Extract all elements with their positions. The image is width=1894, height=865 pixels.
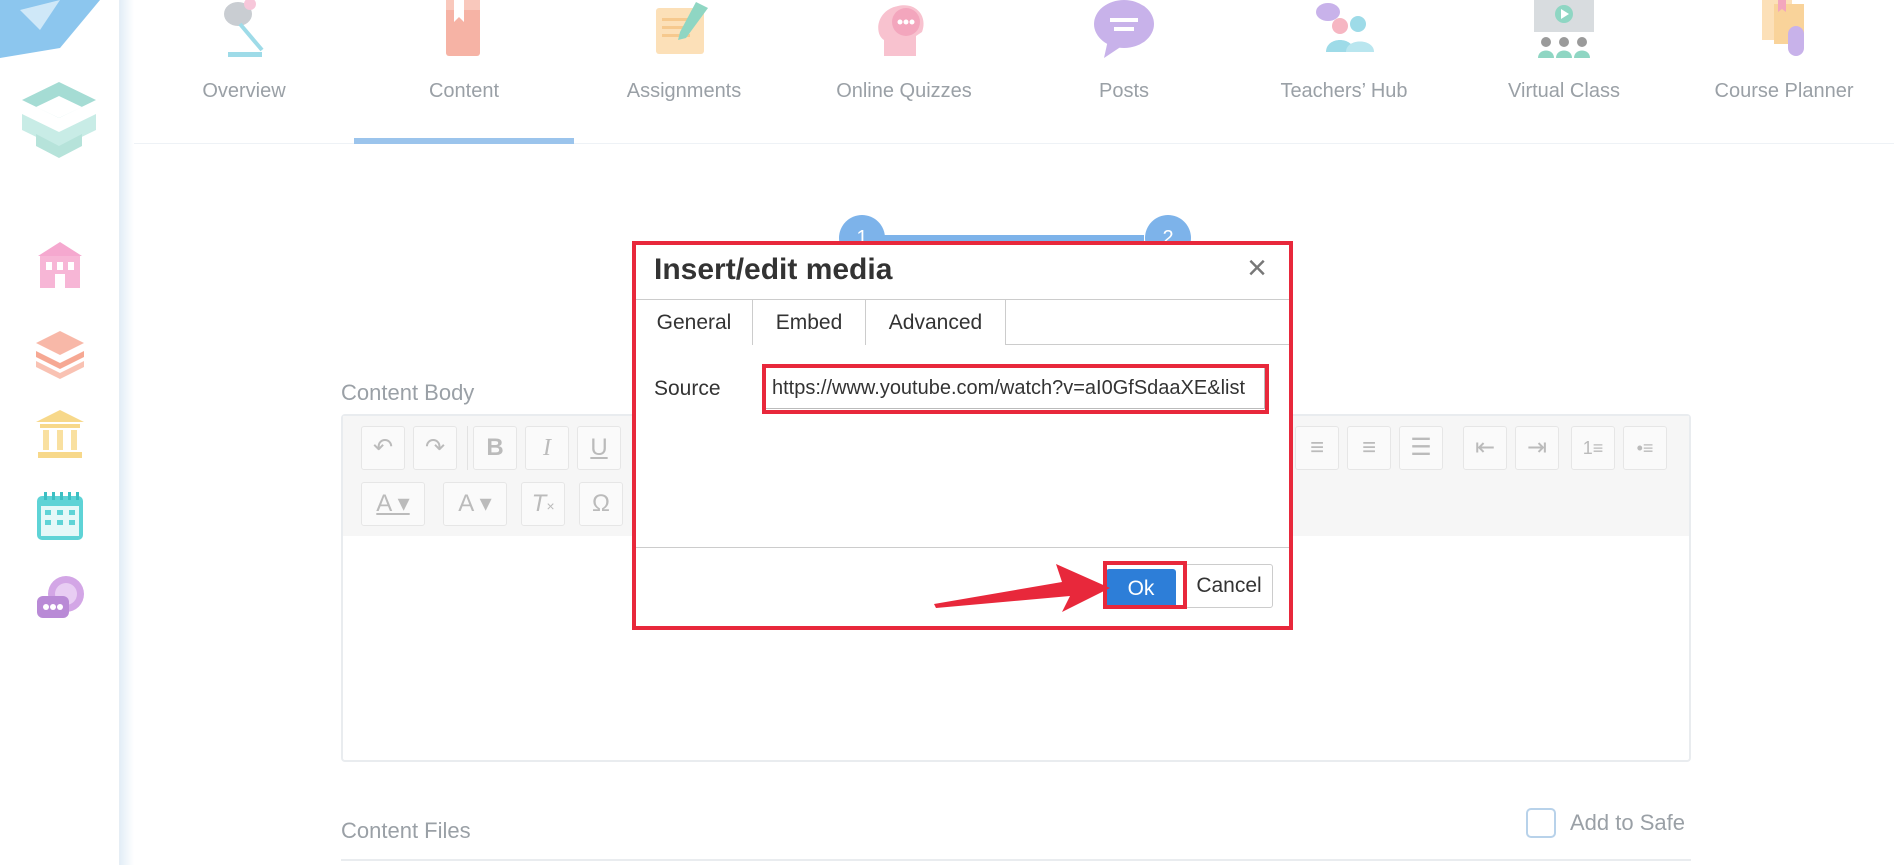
chat-icon[interactable]: [34, 574, 86, 626]
tab-teachers-hub-label: Teachers’ Hub: [1280, 80, 1408, 102]
tab-virtual-class-label: Virtual Class: [1508, 80, 1620, 102]
tab-assignments-label: Assignments: [626, 80, 742, 102]
redo-icon[interactable]: ↷: [413, 426, 457, 470]
outdent-icon[interactable]: ⇤: [1463, 426, 1507, 470]
book-icon: [446, 0, 480, 56]
content-body-label: Content Body: [341, 380, 475, 405]
rail-divider: [120, 0, 134, 865]
app-logo-icon[interactable]: [16, 78, 102, 164]
add-to-safe-label: Add to Safe: [1570, 810, 1685, 835]
tab-overview[interactable]: Overview: [134, 0, 354, 144]
people-group-icon: [1316, 3, 1374, 52]
left-rail: [0, 0, 120, 865]
undo-icon[interactable]: ↶: [361, 426, 405, 470]
top-nav: Overview Content Assignments Online Quiz…: [134, 0, 1894, 144]
add-to-safe-checkbox[interactable]: [1526, 808, 1556, 838]
lamp-icon: [224, 0, 264, 57]
content-files-box: [341, 859, 1691, 865]
tab-posts[interactable]: Posts: [1014, 0, 1234, 144]
text-color-icon[interactable]: A ▾: [361, 482, 425, 526]
tab-teachers-hub[interactable]: Teachers’ Hub: [1234, 0, 1454, 144]
content-files-label: Content Files: [341, 818, 471, 843]
align-right-icon[interactable]: ≡: [1347, 426, 1391, 470]
head-chat-icon: [878, 5, 924, 56]
active-tab-indicator: [354, 138, 574, 144]
tab-assignments[interactable]: Assignments: [574, 0, 794, 144]
indent-icon[interactable]: ⇥: [1515, 426, 1559, 470]
align-center-icon[interactable]: ≡: [1295, 426, 1339, 470]
calendar-icon[interactable]: [34, 490, 86, 542]
pointer-arrow-icon: [934, 564, 1110, 612]
align-justify-icon[interactable]: ☰: [1399, 426, 1443, 470]
speech-bubble-icon: [1094, 0, 1154, 58]
tab-course-planner-label: Course Planner: [1714, 80, 1854, 102]
planner-icon: [1762, 0, 1804, 56]
tab-online-quizzes-label: Online Quizzes: [836, 80, 972, 102]
clear-format-icon[interactable]: T×: [521, 482, 565, 526]
video-board-icon: [1534, 0, 1594, 58]
ok-highlight-box: [1103, 561, 1187, 609]
italic-icon[interactable]: I: [525, 426, 569, 470]
underline-icon[interactable]: U: [577, 426, 621, 470]
bullet-list-icon[interactable]: •≡: [1623, 426, 1667, 470]
tab-online-quizzes[interactable]: Online Quizzes: [794, 0, 1014, 144]
toolbar-divider: [467, 426, 468, 470]
background-color-icon[interactable]: A ▾: [443, 482, 507, 526]
tab-posts-label: Posts: [1098, 80, 1150, 102]
school-icon[interactable]: [34, 240, 86, 292]
tab-virtual-class[interactable]: Virtual Class: [1454, 0, 1674, 144]
bold-icon[interactable]: B: [473, 426, 517, 470]
tab-content[interactable]: Content: [354, 0, 574, 144]
tab-content-label: Content: [428, 80, 500, 102]
source-highlight-box: [762, 364, 1269, 414]
tab-overview-label: Overview: [202, 80, 286, 102]
institution-icon[interactable]: [34, 408, 86, 460]
tab-course-planner[interactable]: Course Planner: [1674, 0, 1894, 144]
layers-icon[interactable]: [34, 327, 86, 379]
numbered-list-icon[interactable]: 1≡: [1571, 426, 1615, 470]
special-char-icon[interactable]: Ω: [579, 482, 623, 526]
pen-paper-icon: [656, 2, 708, 54]
corner-logo-icon: [0, 0, 100, 58]
